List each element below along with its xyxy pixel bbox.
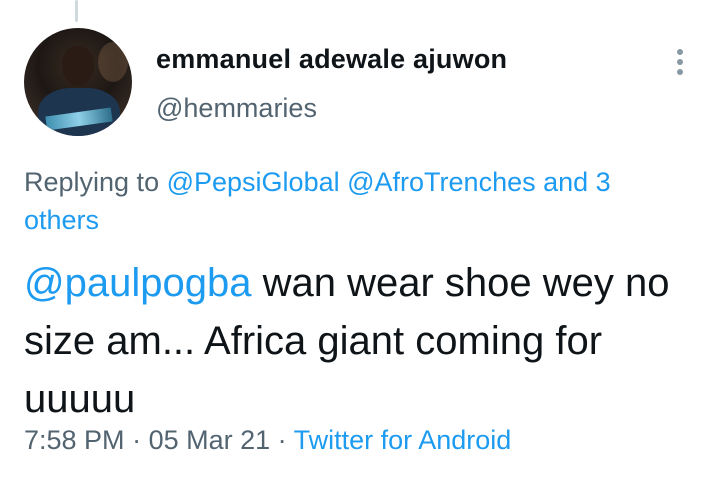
tweet-date[interactable]: 05 Mar 21: [149, 425, 271, 455]
replying-prefix: Replying to: [24, 167, 160, 197]
meta-separator: ·: [124, 425, 149, 455]
replying-to: Replying to @PepsiGlobal @AfroTrenches a…: [24, 163, 684, 239]
author-display-name[interactable]: emmanuel adewale ajuwon: [156, 44, 507, 75]
tweet-source-link[interactable]: Twitter for Android: [294, 425, 512, 455]
mention-link-pepsiglobal[interactable]: @PepsiGlobal: [167, 167, 340, 197]
tweet-text: @paulpogba wan wear shoe wey no size am.…: [24, 254, 694, 428]
meta-separator: ·: [270, 425, 294, 455]
mention-link-afrotrenches[interactable]: @AfroTrenches: [347, 167, 535, 197]
tweet-meta: 7:58 PM · 05 Mar 21 · Twitter for Androi…: [24, 425, 511, 456]
thread-connector-line: [75, 0, 78, 22]
tweet-time[interactable]: 7:58 PM: [24, 425, 125, 455]
more-options-icon[interactable]: [668, 46, 692, 78]
tweet-detail: emmanuel adewale ajuwon @hemmaries Reply…: [0, 0, 720, 480]
author-handle[interactable]: @hemmaries: [156, 93, 317, 124]
avatar[interactable]: [24, 28, 132, 136]
mention-link-paulpogba[interactable]: @paulpogba: [24, 261, 251, 305]
